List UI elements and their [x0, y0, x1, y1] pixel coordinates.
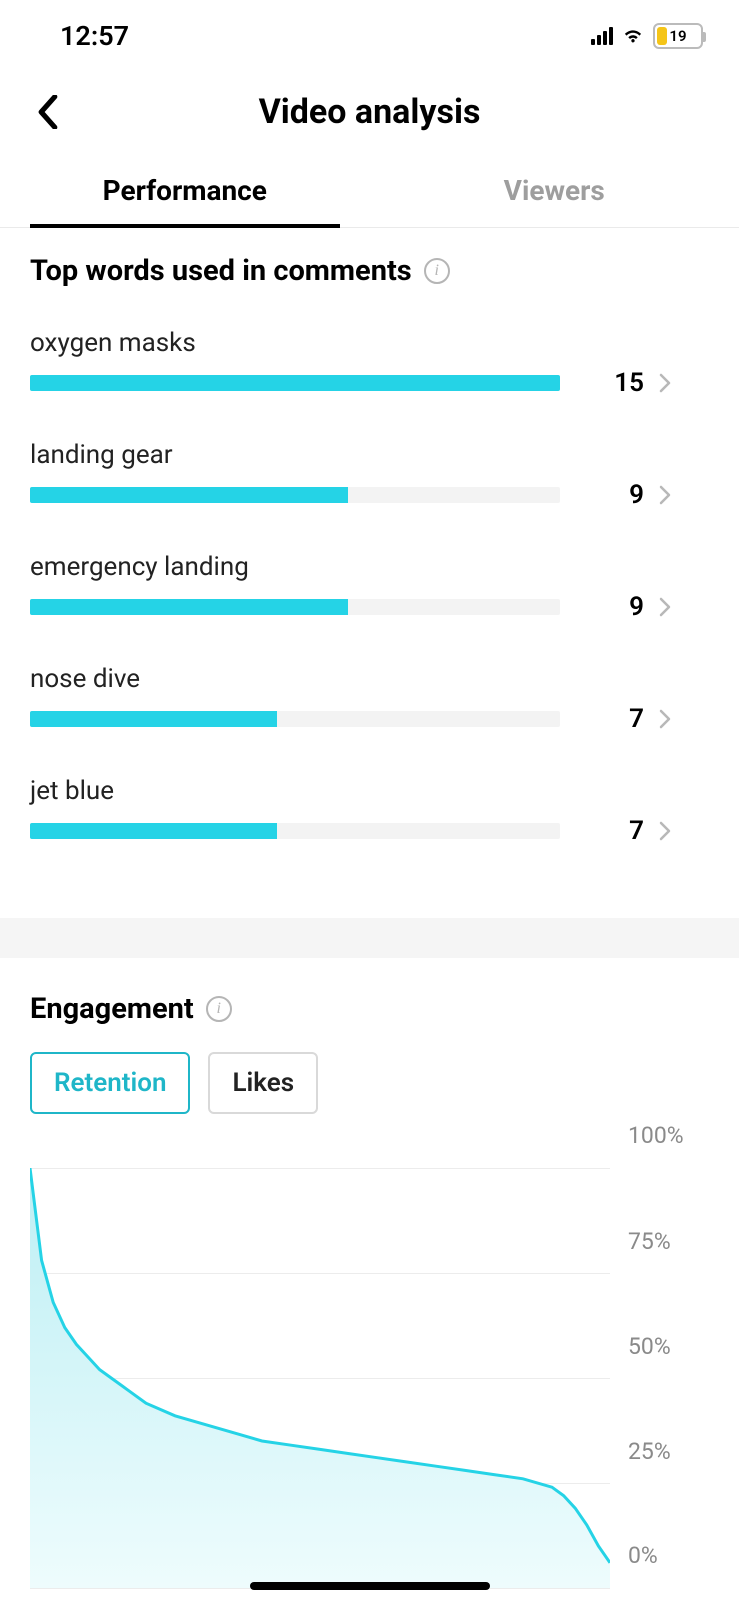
tabs: Performance Viewers [0, 160, 739, 228]
word-row: 9 [30, 480, 709, 510]
chevron-right-icon [650, 373, 680, 393]
section-divider [0, 918, 739, 958]
engagement-chips: Retention Likes [30, 1052, 709, 1114]
word-item[interactable]: emergency landing 9 [30, 552, 709, 622]
y-axis-label-100: 100% [628, 1122, 684, 1149]
y-axis-label-75: 75% [628, 1228, 671, 1255]
engagement-section: Engagement i Retention Likes [0, 958, 739, 1134]
top-words-title: Top words used in comments [30, 254, 412, 288]
y-axis-label-50: 50% [628, 1333, 671, 1360]
status-time: 12:57 [60, 20, 129, 52]
word-label: nose dive [30, 664, 709, 694]
info-icon[interactable]: i [424, 258, 450, 284]
top-words-list: oxygen masks15landing gear9emergency lan… [0, 288, 739, 918]
bar-fill [30, 487, 348, 503]
bar-fill [30, 375, 560, 391]
word-label: oxygen masks [30, 328, 709, 358]
word-row: 9 [30, 592, 709, 622]
word-label: emergency landing [30, 552, 709, 582]
chart-plot-area [30, 1168, 610, 1588]
y-axis-label-25: 25% [628, 1438, 671, 1465]
header: Video analysis [0, 72, 739, 160]
engagement-title: Engagement [30, 992, 194, 1026]
chevron-right-icon [650, 821, 680, 841]
word-label: landing gear [30, 440, 709, 470]
word-item[interactable]: oxygen masks 15 [30, 328, 709, 398]
bar-track [30, 599, 560, 615]
word-count: 9 [560, 480, 650, 510]
battery-icon: 19 [653, 23, 703, 49]
cellular-signal-icon [591, 27, 613, 45]
chip-likes[interactable]: Likes [208, 1052, 318, 1114]
bar-fill [30, 599, 348, 615]
y-axis-label-0: 0% [628, 1542, 658, 1569]
retention-area-icon [30, 1168, 610, 1588]
status-bar: 12:57 19 [0, 0, 739, 72]
word-row: 7 [30, 816, 709, 846]
info-icon[interactable]: i [206, 996, 232, 1022]
word-label: jet blue [30, 776, 709, 806]
chevron-right-icon [650, 709, 680, 729]
bar-track [30, 375, 560, 391]
word-item[interactable]: landing gear 9 [30, 440, 709, 510]
word-row: 15 [30, 368, 709, 398]
home-indicator[interactable] [250, 1582, 490, 1590]
word-item[interactable]: jet blue 7 [30, 776, 709, 846]
bar-fill [30, 711, 277, 727]
top-words-section: Top words used in comments i [0, 228, 739, 288]
word-count: 9 [560, 592, 650, 622]
word-count: 15 [560, 368, 650, 398]
bar-track [30, 711, 560, 727]
status-right: 19 [591, 23, 703, 49]
word-row: 7 [30, 704, 709, 734]
word-count: 7 [560, 704, 650, 734]
chevron-left-icon [37, 95, 59, 129]
battery-percent: 19 [657, 27, 699, 45]
word-count: 7 [560, 816, 650, 846]
chevron-right-icon [650, 597, 680, 617]
chevron-right-icon [650, 485, 680, 505]
retention-chart: 100% 75% 50% 25% 0% [0, 1134, 739, 1588]
bar-track [30, 823, 560, 839]
tab-performance[interactable]: Performance [0, 160, 370, 227]
bar-fill [30, 823, 277, 839]
chip-retention[interactable]: Retention [30, 1052, 190, 1114]
back-button[interactable] [28, 92, 68, 132]
tab-viewers[interactable]: Viewers [370, 160, 739, 227]
word-item[interactable]: nose dive 7 [30, 664, 709, 734]
bar-track [30, 487, 560, 503]
page-title: Video analysis [68, 92, 671, 132]
wifi-icon [621, 25, 645, 48]
